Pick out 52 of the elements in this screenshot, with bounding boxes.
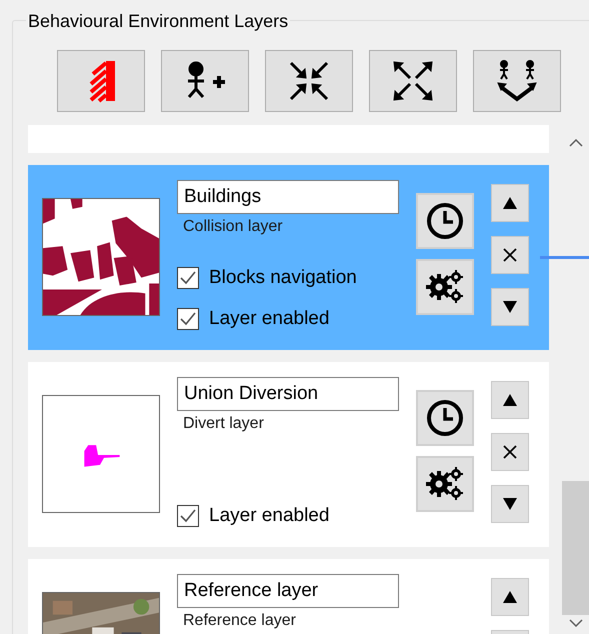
toolbar-button[interactable] xyxy=(265,50,353,112)
layer-type-label: Divert layer xyxy=(183,415,265,433)
toolbar-button[interactable] xyxy=(473,50,561,112)
clock-icon xyxy=(426,202,464,240)
move-down-button[interactable] xyxy=(491,288,529,326)
layer-type-label: Reference layer xyxy=(183,612,297,630)
scroll-down-icon xyxy=(568,619,582,627)
clock-button[interactable] xyxy=(416,390,474,446)
move-up-button[interactable] xyxy=(491,578,529,616)
checkbox-label: Blocks navigation xyxy=(209,266,357,290)
toolbar-button[interactable] xyxy=(369,50,457,112)
move-down-button[interactable] xyxy=(491,485,529,523)
collapse-arrows-icon xyxy=(287,59,331,103)
two-walkers-icon xyxy=(495,59,539,103)
layer-name-field[interactable]: Union Diversion xyxy=(177,377,399,411)
layer-card[interactable]: Union Diversion Divert layer Layer enabled xyxy=(28,362,549,547)
layer-card[interactable]: Buildings Collision layer Blocks navigation Layer enabled xyxy=(28,165,549,350)
up-triangle-icon xyxy=(503,394,517,406)
move-up-button[interactable] xyxy=(491,184,529,222)
down-triangle-icon xyxy=(503,498,517,510)
gears-icon xyxy=(425,269,465,305)
checkmark-icon xyxy=(180,271,196,285)
layer-name-field[interactable]: Buildings xyxy=(177,180,399,214)
checkbox[interactable] xyxy=(177,267,199,289)
clock-button[interactable] xyxy=(416,193,474,249)
remove-button[interactable] xyxy=(491,236,529,274)
scrollbar-thumb[interactable] xyxy=(562,481,589,615)
checkmark-icon xyxy=(180,509,196,523)
scroll-up-icon xyxy=(568,139,582,147)
gears-icon xyxy=(425,466,465,502)
layer-type-label: Collision layer xyxy=(183,218,284,236)
close-icon xyxy=(503,445,517,459)
up-triangle-icon xyxy=(503,197,517,209)
clock-icon xyxy=(426,399,464,437)
connector-line xyxy=(540,256,589,259)
layer-card[interactable]: Reference layer Reference layer xyxy=(28,559,549,634)
remove-button[interactable] xyxy=(491,433,529,471)
down-triangle-icon xyxy=(503,301,517,313)
checkmark-icon xyxy=(180,312,196,326)
up-triangle-icon xyxy=(503,591,517,603)
settings-button[interactable] xyxy=(416,456,474,512)
move-up-button[interactable] xyxy=(491,381,529,419)
checkbox[interactable] xyxy=(177,308,199,330)
checkbox[interactable] xyxy=(177,505,199,527)
checkbox-label: Layer enabled xyxy=(209,504,330,528)
expand-arrows-icon xyxy=(391,59,435,103)
close-icon xyxy=(503,248,517,262)
toolbar-button[interactable] xyxy=(161,50,249,112)
layer-name-field[interactable]: Reference layer xyxy=(177,574,399,608)
checkbox-label: Layer enabled xyxy=(209,306,330,331)
group-title: Behavioural Environment Layers xyxy=(26,11,290,31)
settings-button[interactable] xyxy=(416,259,474,315)
